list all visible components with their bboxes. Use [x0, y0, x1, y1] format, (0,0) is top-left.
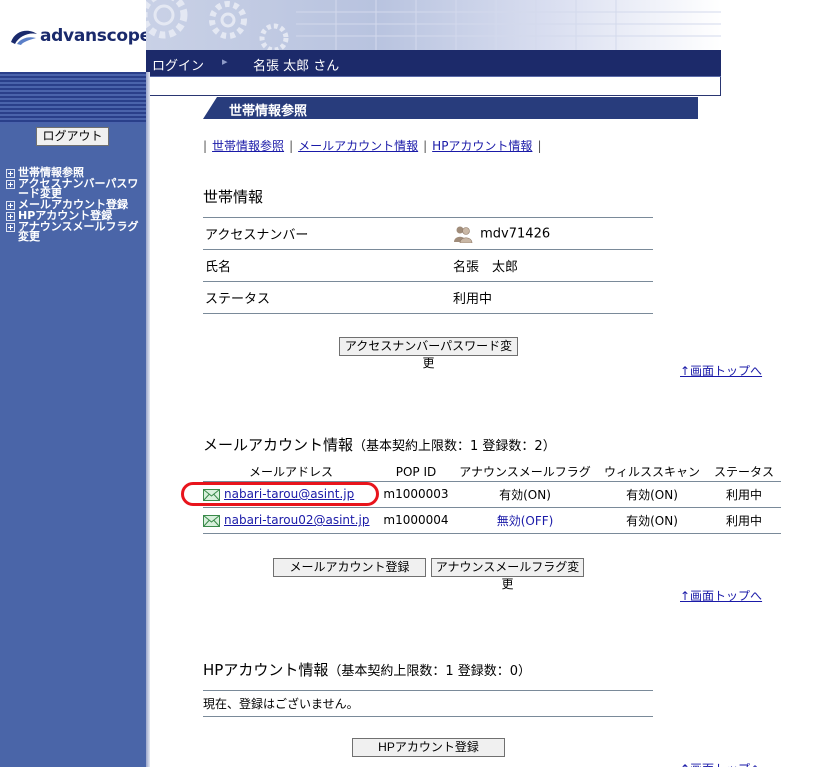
mail-section-title: メールアカウント情報（基本契約上限数：1 登録数：2）: [203, 434, 556, 455]
column-header: メールアドレス: [203, 463, 379, 482]
envelope-icon: [203, 488, 220, 501]
access-number-cell: mdv71426: [453, 217, 653, 250]
mail-section-subtitle: （基本契約上限数：1 登録数：2）: [353, 439, 556, 454]
pop-id-cell: m1000004: [379, 507, 453, 534]
subnav-link-household[interactable]: 世帯情報参照: [212, 137, 284, 154]
logo-text: advanscope: [40, 26, 151, 46]
page-title: 世帯情報参照: [229, 104, 308, 119]
status-value: 利用中: [453, 281, 653, 314]
column-header: POP ID: [379, 463, 453, 482]
access-number-value: mdv71426: [480, 226, 551, 241]
users-icon: [454, 226, 473, 243]
header-spacer: [146, 77, 721, 96]
sidebar-item-access-password[interactable]: アクセスナンバーパスワード変更: [6, 177, 144, 200]
back-to-top-link[interactable]: ↑画面トップへ: [680, 587, 762, 604]
announce-flag-cell: 無効(OFF): [453, 507, 597, 534]
hp-account-table: 現在、登録はございません。: [203, 690, 653, 717]
announce-flag-cell: 有効(ON): [453, 481, 597, 508]
back-to-top-link[interactable]: ↑画面トップへ: [680, 760, 762, 767]
page-title-bar: 世帯情報参照: [203, 97, 698, 119]
sidebar-item-label: アナウンスメールフラグ変更: [18, 220, 139, 243]
access-number-label: アクセスナンバー: [203, 217, 453, 250]
hp-section-heading: HPアカウント情報: [203, 661, 329, 679]
email-cell: nabari-tarou@asint.jp: [203, 481, 379, 508]
column-header: ステータス: [707, 463, 781, 482]
login-label: ログイン: [152, 59, 205, 74]
sidebar-item-announce-flag[interactable]: アナウンスメールフラグ変更: [6, 220, 144, 243]
status-cell: 利用中: [707, 481, 781, 508]
subnav-separator: |: [203, 138, 208, 153]
household-table: アクセスナンバー mdv71426 氏名 名張 太郎 ステータス 利用中: [203, 217, 653, 314]
hp-section-title: HPアカウント情報（基本契約上限数：1 登録数：0）: [203, 659, 531, 680]
arrow-right-icon: ▸: [222, 55, 228, 68]
user-name: 名張 太郎 さん: [253, 59, 340, 74]
hp-section-subtitle: （基本契約上限数：1 登録数：0）: [328, 664, 532, 679]
column-header: ウィルススキャン: [597, 463, 707, 482]
column-header: アナウンスメールフラグ: [453, 463, 597, 482]
table-row: nabari-tarou@asint.jp m1000003 有効(ON) 有効…: [203, 481, 781, 508]
gear-decoration-icon: [146, 0, 721, 50]
mail-account-register-button[interactable]: メールアカウント登録: [273, 558, 426, 577]
subnav-separator: |: [289, 138, 294, 153]
expand-box-icon: [6, 169, 15, 178]
header-banner: [146, 0, 721, 50]
sidebar: ログアウト 世帯情報参照 アクセスナンバーパスワード変更 メールアカウント登録 …: [0, 124, 146, 767]
table-header-row: メールアドレス POP ID アナウンスメールフラグ ウィルススキャン ステータ…: [203, 463, 781, 482]
subnav-separator: |: [537, 138, 542, 153]
status-cell: 利用中: [707, 507, 781, 534]
hp-account-register-button[interactable]: HPアカウント登録: [352, 738, 505, 757]
expand-box-icon: [6, 180, 15, 189]
sidebar-menu: 世帯情報参照 アクセスナンバーパスワード変更 メールアカウント登録 HPアカウン…: [6, 167, 144, 243]
envelope-icon: [203, 514, 220, 527]
virus-scan-cell: 有効(ON): [597, 507, 707, 534]
name-label: 氏名: [203, 249, 453, 282]
status-label: ステータス: [203, 281, 453, 314]
pop-id-cell: m1000003: [379, 481, 453, 508]
back-to-top-link[interactable]: ↑画面トップへ: [680, 362, 762, 379]
announce-flag-change-button[interactable]: アナウンスメールフラグ変更: [431, 558, 584, 591]
subnav-link-hp[interactable]: HPアカウント情報: [432, 137, 532, 154]
subnav: | 世帯情報参照 | メールアカウント情報 | HPアカウント情報 |: [203, 137, 546, 154]
mail-account-table: メールアドレス POP ID アナウンスメールフラグ ウィルススキャン ステータ…: [203, 463, 781, 534]
email-link[interactable]: nabari-tarou02@asint.jp: [224, 513, 370, 527]
table-row: nabari-tarou02@asint.jp m1000004 無効(OFF)…: [203, 507, 781, 534]
household-section-title: 世帯情報: [203, 188, 264, 206]
empty-message: 現在、登録はございません。: [203, 690, 653, 717]
logout-button[interactable]: ログアウト: [36, 127, 109, 146]
sidebar-edge: [146, 72, 150, 767]
name-value: 名張 太郎: [453, 249, 653, 282]
subnav-separator: |: [423, 138, 428, 153]
change-access-password-button[interactable]: アクセスナンバーパスワード変更: [339, 337, 518, 370]
user-bar: ログイン ▸ 名張 太郎 さん: [146, 50, 721, 77]
expand-box-icon: [6, 223, 15, 232]
table-row: アクセスナンバー mdv71426: [203, 217, 653, 250]
email-cell: nabari-tarou02@asint.jp: [203, 507, 379, 534]
advanscope-logo-icon: [11, 30, 37, 45]
sidebar-item-label: アクセスナンバーパスワード変更: [18, 177, 139, 200]
expand-box-icon: [6, 201, 15, 210]
table-row: 氏名 名張 太郎: [203, 249, 653, 282]
virus-scan-cell: 有効(ON): [597, 481, 707, 508]
email-link[interactable]: nabari-tarou@asint.jp: [224, 487, 354, 501]
subnav-link-mail[interactable]: メールアカウント情報: [298, 137, 418, 154]
logo-area: advanscope: [0, 0, 151, 72]
sidebar-stripes: [0, 72, 146, 124]
expand-box-icon: [6, 212, 15, 221]
table-row: 現在、登録はございません。: [203, 690, 653, 717]
table-row: ステータス 利用中: [203, 281, 653, 314]
mail-section-heading: メールアカウント情報: [203, 436, 354, 454]
